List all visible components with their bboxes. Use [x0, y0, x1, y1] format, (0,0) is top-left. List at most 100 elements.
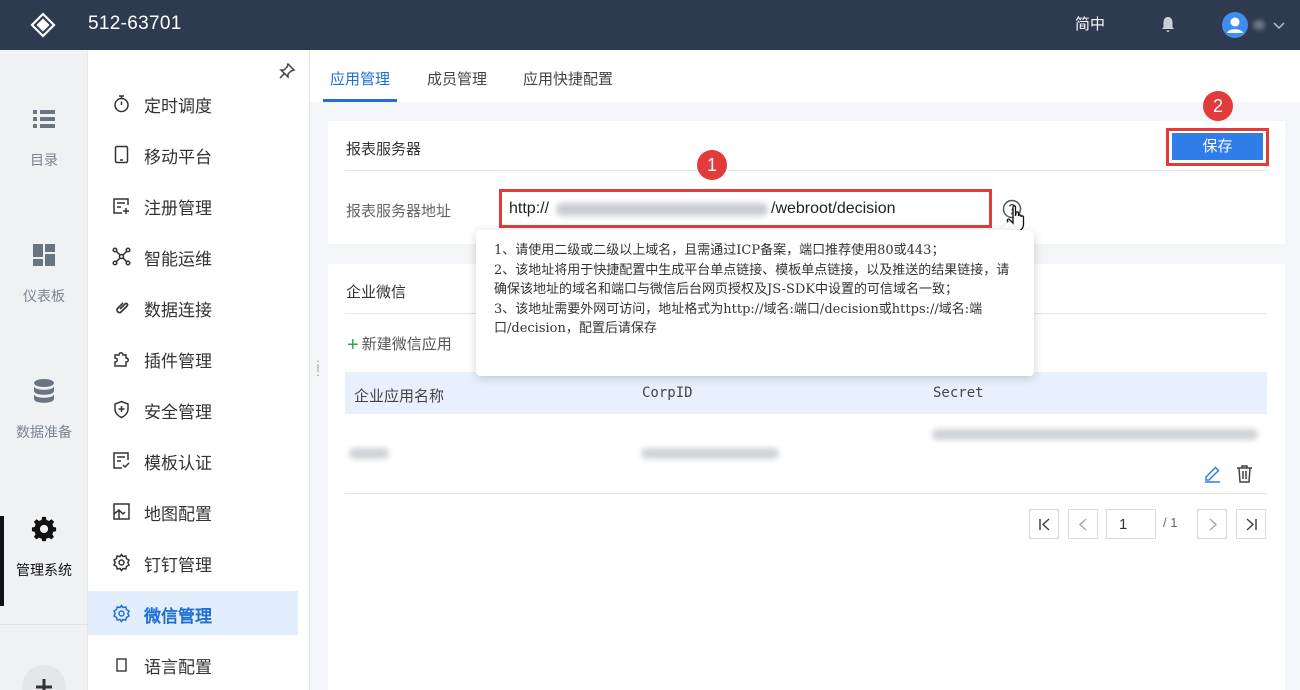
dashboard-icon	[33, 244, 55, 266]
save-button[interactable]: 保存	[1172, 133, 1263, 160]
trash-icon[interactable]	[1235, 464, 1254, 483]
chevron-left-icon	[1078, 518, 1087, 531]
tooltip-line-2: 2、该地址将用于快捷配置中生成平台单点链接、模板单点链接，以及推送的结果链接，请…	[494, 262, 1010, 298]
puzzle-icon	[114, 352, 129, 367]
menu-item-register[interactable]: 注册管理	[88, 183, 298, 227]
last-page-button[interactable]	[1236, 509, 1266, 539]
help-tooltip: 1、请使用二级或二级以上域名，且需通过ICP备案，端口推荐使用80或443； 2…	[476, 230, 1034, 376]
tab-quick-config[interactable]: 应用快捷配置	[523, 68, 613, 89]
menu-label: 地图配置	[144, 505, 212, 524]
menu-item-language[interactable]: 语言配置	[88, 642, 298, 686]
server-address-label: 报表服务器地址	[346, 203, 452, 220]
column-header-secret: Secret	[933, 385, 984, 401]
add-button[interactable]	[22, 665, 66, 690]
database-icon	[34, 379, 54, 403]
step-badge-2: 2	[1203, 91, 1233, 121]
url-host-blurred	[556, 203, 768, 216]
page-total: / 1	[1163, 515, 1178, 530]
edit-icon[interactable]	[1203, 464, 1222, 483]
new-app-label: 新建微信应用	[361, 336, 452, 353]
stopwatch-icon	[114, 95, 129, 113]
wechat-card-title: 企业微信	[346, 284, 407, 301]
network-icon	[112, 247, 131, 266]
url-prefix: http://	[509, 200, 550, 217]
user-icon	[1227, 17, 1243, 33]
shield-icon	[114, 400, 129, 419]
secret-blurred	[932, 429, 1258, 440]
table-row-divider	[345, 493, 1267, 494]
menu-item-mobile[interactable]: 移动平台	[88, 132, 298, 176]
rail-item-data-prep[interactable]: 数据准备	[0, 378, 88, 468]
menu-label: 智能运维	[144, 250, 212, 269]
step-badge-1: 1	[697, 150, 727, 180]
menu-label: 注册管理	[144, 199, 212, 218]
chevron-down-icon[interactable]	[1272, 18, 1286, 32]
map-icon	[113, 503, 130, 520]
first-page-icon	[1039, 518, 1050, 531]
logo-icon[interactable]	[30, 12, 56, 38]
page-number-input[interactable]	[1106, 509, 1156, 539]
menu-item-data-connection[interactable]: 数据连接	[88, 285, 298, 329]
column-header-app-name: 企业应用名称	[354, 388, 445, 405]
cog-icon	[113, 553, 130, 572]
menu-item-schedule[interactable]: 定时调度	[88, 81, 298, 125]
list-icon	[33, 110, 55, 128]
prev-page-button[interactable]	[1068, 509, 1098, 539]
tab-bar: 应用管理 成员管理 应用快捷配置	[310, 50, 1300, 102]
last-page-icon	[1246, 518, 1257, 531]
top-bar: 512-63701 简中	[0, 0, 1300, 50]
rail-divider	[0, 624, 88, 625]
active-indicator	[0, 516, 4, 606]
link-icon	[116, 302, 129, 314]
language-switch[interactable]: 简中	[1075, 13, 1105, 34]
cog-icon	[113, 604, 130, 623]
avatar[interactable]	[1222, 12, 1248, 38]
tooltip-line-1: 1、请使用二级或二级以上域名，且需通过ICP备案，端口推荐使用80或443；	[494, 243, 945, 258]
new-wechat-app-button[interactable]: + 新建微信应用	[347, 333, 452, 357]
doc-icon	[116, 658, 127, 672]
column-header-corpid: CorpID	[642, 385, 693, 401]
menu-item-template-auth[interactable]: 模板认证	[88, 438, 298, 482]
icon-rail: 目录 仪表板 数据准备 管理系统	[0, 50, 88, 690]
rail-label: 数据准备	[16, 424, 72, 440]
rail-item-dashboard[interactable]: 仪表板	[0, 242, 88, 332]
rail-label: 管理系统	[16, 562, 72, 578]
menu-label: 数据连接	[144, 301, 212, 320]
pin-icon[interactable]	[278, 62, 296, 80]
menu-item-security[interactable]: 安全管理	[88, 387, 298, 431]
user-name-blurred	[1253, 20, 1265, 30]
app-name-blurred	[349, 448, 389, 459]
tab-member-management[interactable]: 成员管理	[427, 68, 487, 89]
rail-item-catalog[interactable]: 目录	[0, 106, 88, 196]
menu-item-plugins[interactable]: 插件管理	[88, 336, 298, 380]
server-card-title: 报表服务器	[346, 141, 422, 158]
rail-label: 目录	[30, 152, 58, 168]
tooltip-line-3: 3、该地址需要外网可访问，地址格式为http://域名:端口/decision或…	[494, 301, 983, 337]
active-tab-underline	[323, 99, 397, 102]
resize-handle[interactable]: ⋮ ⋮	[312, 359, 324, 380]
menu-label: 定时调度	[144, 97, 212, 116]
menu-label: 语言配置	[144, 658, 212, 677]
bell-icon[interactable]	[1159, 15, 1177, 33]
menu-label: 安全管理	[144, 403, 212, 422]
corpid-blurred	[641, 448, 779, 459]
tablet-icon	[114, 145, 129, 164]
divider	[345, 170, 1267, 171]
menu-item-map[interactable]: 地图配置	[88, 489, 298, 533]
first-page-button[interactable]	[1029, 509, 1059, 539]
chevron-right-icon	[1209, 518, 1218, 531]
url-suffix: /webroot/decision	[771, 200, 896, 217]
menu-label: 微信管理	[144, 607, 212, 626]
menu-label: 插件管理	[144, 352, 212, 371]
menu-item-ops[interactable]: 智能运维	[88, 234, 298, 278]
menu-label: 钉钉管理	[144, 556, 212, 575]
menu-item-wechat[interactable]: 微信管理	[88, 591, 298, 635]
app-title: 512-63701	[88, 13, 182, 34]
plus-icon	[36, 679, 52, 690]
tab-app-management[interactable]: 应用管理	[330, 68, 390, 89]
next-page-button[interactable]	[1197, 509, 1227, 539]
rail-item-admin[interactable]: 管理系统	[0, 516, 88, 606]
table-header	[345, 372, 1267, 414]
plus-icon: +	[347, 334, 359, 356]
menu-item-dingtalk[interactable]: 钉钉管理	[88, 540, 298, 584]
